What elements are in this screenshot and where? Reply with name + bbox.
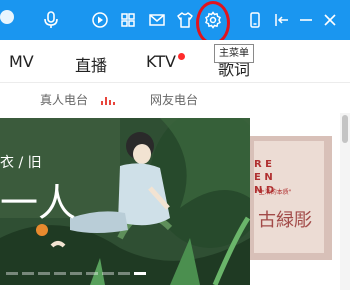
carousel-dot[interactable] (118, 272, 130, 275)
equalizer-icon (101, 95, 115, 105)
carousel-dot[interactable] (54, 272, 66, 275)
grid-icon[interactable] (116, 8, 140, 32)
nav-item-mv[interactable]: MV (9, 52, 34, 71)
carousel-dot[interactable] (6, 272, 18, 275)
carousel-dot[interactable] (86, 272, 98, 275)
carousel-dot[interactable] (22, 272, 34, 275)
tab-user-radio[interactable]: 网友电台 (150, 91, 198, 108)
collapse-icon[interactable] (270, 8, 294, 32)
scrollbar-thumb[interactable] (342, 115, 348, 143)
nav-item-live[interactable]: 直播 (75, 52, 107, 76)
side-banner-brand: 古緑彫 (258, 210, 312, 231)
banner-headline: 一人 (0, 181, 77, 225)
play-icon[interactable] (88, 8, 112, 32)
user-icon[interactable] (0, 8, 22, 32)
notification-dot (178, 53, 185, 60)
minimize-icon[interactable] (294, 8, 318, 32)
close-icon[interactable] (318, 8, 342, 32)
carousel-dot[interactable] (38, 272, 50, 275)
carousel-indicators (6, 272, 156, 278)
carousel-dot[interactable] (102, 272, 114, 275)
nav-item-ktv[interactable]: KTV (146, 52, 176, 71)
side-banner-subtitle: "生活的本质" (256, 189, 292, 196)
carousel-dot[interactable] (70, 272, 82, 275)
tab-live-radio[interactable]: 真人电台 (40, 91, 88, 108)
microphone-icon[interactable] (38, 8, 62, 32)
tshirt-icon[interactable] (173, 8, 197, 32)
main-menu-tooltip: 主菜单 (214, 44, 254, 63)
carousel-dot-active[interactable] (134, 272, 146, 275)
phone-icon[interactable] (243, 8, 267, 32)
banner-carousel[interactable]: 衣 / 旧 一人 (0, 118, 250, 285)
mail-icon[interactable] (145, 8, 169, 32)
banner-caption: 衣 / 旧 (0, 155, 42, 171)
highlight-circle (196, 1, 230, 45)
